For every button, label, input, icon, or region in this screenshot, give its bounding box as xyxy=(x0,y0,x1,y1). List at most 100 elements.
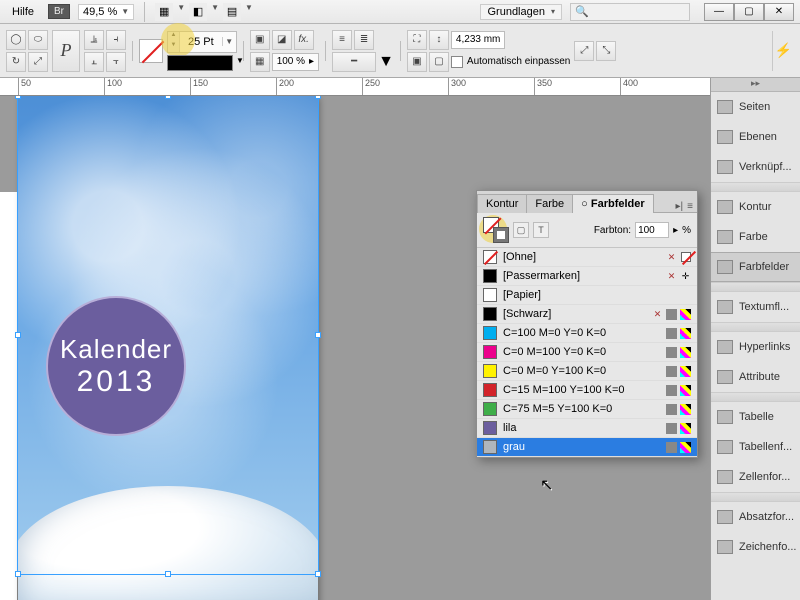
view-options-icon[interactable]: ▦ xyxy=(155,3,173,21)
swatch-row[interactable]: C=0 M=100 Y=0 K=0 xyxy=(477,343,697,362)
col-icon-2[interactable]: ≣ xyxy=(354,30,374,50)
panel-collapse-icon[interactable]: ▸| xyxy=(676,201,684,212)
search-icon: 🔍 xyxy=(575,5,589,18)
swatch-name: [Papier] xyxy=(503,289,685,301)
corner-options-icon[interactable]: ⬭ xyxy=(28,30,48,50)
flip-icon[interactable]: ⤢ xyxy=(28,52,48,72)
opacity-value: 100 % xyxy=(277,56,305,67)
stroke-weight-field[interactable]: ▲▼ 25 Pt ▼ xyxy=(167,31,237,53)
swatch-row[interactable]: grau xyxy=(477,438,697,457)
search-input[interactable]: 🔍 xyxy=(570,3,690,21)
dock-item-attribute[interactable]: Attribute xyxy=(711,362,800,392)
tab-farbfelder[interactable]: ○ Farbfelder xyxy=(572,194,654,213)
distribute-icon[interactable]: ⫞ xyxy=(106,30,126,50)
dock-item-tabellenf[interactable]: Tabellenf... xyxy=(711,432,800,462)
baseline-icon[interactable]: ━ xyxy=(332,52,376,72)
process-icon xyxy=(666,442,677,453)
dock-item-label: Kontur xyxy=(739,201,771,213)
col-icon[interactable]: ≡ xyxy=(332,30,352,50)
paragraph-icon[interactable]: P xyxy=(52,30,80,72)
dock-item-label: Tabellenf... xyxy=(739,441,792,453)
dock-item-verknpf[interactable]: Verknüpf... xyxy=(711,152,800,182)
fit-icon-b[interactable]: ⤡ xyxy=(596,41,616,61)
transform-icon[interactable]: ↻ xyxy=(6,52,26,72)
fit-content-icon[interactable]: ▣ xyxy=(407,52,427,72)
registration-icon: ✛ xyxy=(680,271,691,282)
container-format-icon[interactable]: ▢ xyxy=(513,222,529,238)
window-minimize[interactable]: — xyxy=(704,3,734,21)
align-icon-2[interactable]: ⫠ xyxy=(84,52,104,72)
swatch-color-chip xyxy=(483,269,497,283)
window-close[interactable]: ✕ xyxy=(764,3,794,21)
swatch-list[interactable]: [Ohne]✕[Passermarken]✕✛ [Papier] [Schwarz]… xyxy=(477,248,697,457)
cmyk-icon xyxy=(680,347,691,358)
swatch-color-chip xyxy=(483,250,497,264)
distribute-icon-2[interactable]: ⫟ xyxy=(106,52,126,72)
zoom-level[interactable]: 49,5 %▼ xyxy=(78,4,134,20)
swatch-color-chip xyxy=(483,345,497,359)
tint-input[interactable] xyxy=(635,222,669,238)
cmyk-icon xyxy=(680,404,691,415)
dock-item-hyperlinks[interactable]: Hyperlinks xyxy=(711,332,800,362)
dock-item-label: Seiten xyxy=(739,101,770,113)
dock-item-label: Verknüpf... xyxy=(739,161,792,173)
swatch-row[interactable]: C=0 M=0 Y=100 K=0 xyxy=(477,362,697,381)
dock-item-kontur[interactable]: Kontur xyxy=(711,192,800,222)
selection-frame[interactable] xyxy=(17,96,319,575)
swatch-color-chip xyxy=(483,440,497,454)
dock-item-farbe[interactable]: Farbe xyxy=(711,222,800,252)
menu-help[interactable]: Hilfe xyxy=(6,4,40,20)
dock-item-ebenen[interactable]: Ebenen xyxy=(711,122,800,152)
panel-menu-icon[interactable]: ≡ xyxy=(687,201,693,212)
dock-item-seiten[interactable]: Seiten xyxy=(711,92,800,122)
dock-collapse-icon[interactable]: ▸▸ xyxy=(711,78,800,92)
opacity-icon[interactable]: ▦ xyxy=(250,52,270,72)
swatch-row[interactable]: [Papier] xyxy=(477,286,697,305)
fill-stroke-proxy[interactable] xyxy=(483,217,509,243)
arrange-icon[interactable]: ▤ xyxy=(223,3,241,21)
fit-icon-a[interactable]: ⤢ xyxy=(574,41,594,61)
swatch-row[interactable]: C=15 M=100 Y=100 K=0 xyxy=(477,381,697,400)
dock-item-label: Attribute xyxy=(739,371,780,383)
window-maximize[interactable]: ▢ xyxy=(734,3,764,21)
swatch-row[interactable]: C=75 M=5 Y=100 K=0 xyxy=(477,400,697,419)
stroke-color-bar[interactable]: ▼ xyxy=(167,55,233,71)
fit-content-icon-2[interactable]: ▢ xyxy=(429,52,449,72)
bridge-button[interactable]: Br xyxy=(48,4,70,19)
swatch-row[interactable]: [Schwarz]✕ xyxy=(477,305,697,324)
text-format-icon[interactable]: T xyxy=(533,222,549,238)
tab-farbe[interactable]: Farbe xyxy=(526,194,573,213)
swatch-row[interactable]: [Passermarken]✕✛ xyxy=(477,267,697,286)
swatch-row[interactable]: [Ohne]✕ xyxy=(477,248,697,267)
swatches-panel[interactable]: Kontur Farbe ○ Farbfelder ▸|≡ ▢ T Farbto… xyxy=(476,190,698,458)
effects-icon[interactable]: ◪ xyxy=(272,30,292,50)
dock-item-zeichenfo[interactable]: Zeichenfo... xyxy=(711,532,800,562)
fx-icon[interactable]: fx. xyxy=(294,30,314,50)
auto-fit-label: Automatisch einpassen xyxy=(467,56,570,67)
fill-swatch[interactable] xyxy=(139,39,163,63)
stroke-weight-value: 25 Pt xyxy=(180,36,222,48)
workspace-switcher[interactable]: Grundlagen▾ xyxy=(480,4,562,20)
swatch-row[interactable]: C=100 M=0 Y=0 K=0 xyxy=(477,324,697,343)
fit-frame-icon[interactable]: ⛶ xyxy=(407,30,427,50)
dock-item-textumfl[interactable]: Textumfl... xyxy=(711,292,800,322)
tab-kontur[interactable]: Kontur xyxy=(477,194,527,213)
inset-field[interactable]: 4,233 mm xyxy=(451,31,505,49)
corner-live-icon[interactable]: ◯ xyxy=(6,30,26,50)
cmyk-icon xyxy=(680,442,691,453)
screen-mode-icon[interactable]: ◧ xyxy=(189,3,207,21)
wrap-icon[interactable]: ▣ xyxy=(250,30,270,50)
dock-item-absatzfor[interactable]: Absatzfor... xyxy=(711,502,800,532)
dock-item-tabelle[interactable]: Tabelle xyxy=(711,402,800,432)
inset-spin-icon[interactable]: ↕ xyxy=(429,30,449,50)
swatch-row[interactable]: lila xyxy=(477,419,697,438)
align-icon[interactable]: ⫡ xyxy=(84,30,104,50)
tint-slider-icon[interactable]: ▸ xyxy=(673,225,678,236)
quick-apply-icon[interactable]: ⚡ xyxy=(772,31,794,71)
opacity-field[interactable]: 100 %▸ xyxy=(272,53,319,71)
ruler-tick: 200 xyxy=(276,78,294,95)
dock-item-farbfelder[interactable]: Farbfelder xyxy=(711,252,800,282)
cmyk-icon xyxy=(680,328,691,339)
dock-item-zellenfor[interactable]: Zellenfor... xyxy=(711,462,800,492)
auto-fit-checkbox[interactable]: Automatisch einpassen xyxy=(451,56,570,68)
